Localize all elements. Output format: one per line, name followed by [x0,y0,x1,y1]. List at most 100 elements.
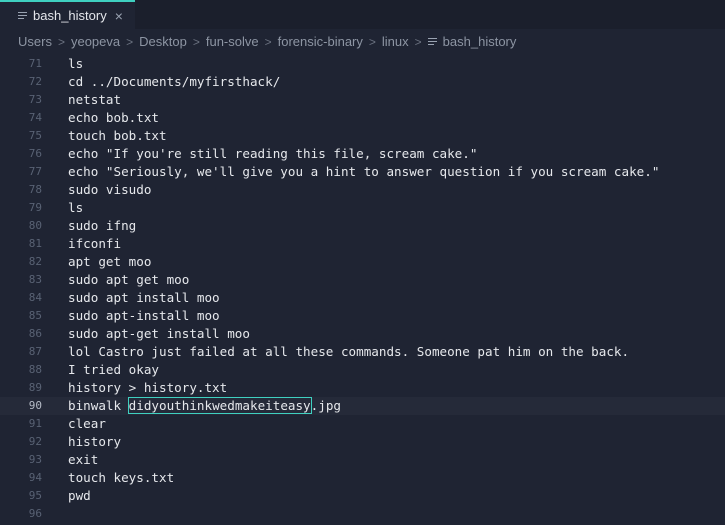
code-text-segment: .jpg [310,398,341,413]
breadcrumb-item-fun-solve[interactable]: fun-solve [206,34,259,49]
code-editor[interactable]: 71 ls 72 cd ../Documents/myfirsthack/73 nets… [0,55,725,525]
tab-title: bash_history [33,8,107,23]
line-number: 81 [28,237,42,250]
code-text: pwd [68,487,91,505]
code-line[interactable]: 87 lol Castro just failed at all these co… [0,343,725,361]
code-text-segment: clear [68,416,106,431]
code-line[interactable]: 90 binwalk didyouthinkwedmakeiteasy.jpg [0,397,725,415]
code-text-segment: binwalk [68,398,129,413]
code-text: exit [68,451,98,469]
tab-bar: bash_history × [0,0,725,29]
code-text-segment: history [68,434,122,449]
line-number: 72 [28,75,42,88]
code-text-segment: I tried okay [68,362,159,377]
code-line[interactable]: 75 touch bob.txt [0,127,725,145]
code-text-segment: touch keys.txt [68,470,175,485]
code-text: I tried okay [68,361,159,379]
code-text-segment: echo "If you're still reading this file,… [68,146,478,161]
code-line[interactable]: 88 I tried okay [0,361,725,379]
code-text: history [68,433,121,451]
code-line[interactable]: 72 cd ../Documents/myfirsthack/ [0,73,725,91]
line-number: 89 [28,381,42,394]
code-text: echo bob.txt [68,109,159,127]
code-text-segment: echo bob.txt [68,110,159,125]
code-text: history > history.txt [68,379,227,397]
line-number: 92 [28,435,42,448]
code-text: sudo apt-get install moo [68,325,250,343]
code-text: binwalk didyouthinkwedmakeiteasy.jpg [68,397,341,415]
code-text-segment: ls [68,56,84,71]
breadcrumb: Users > yeopeva > Desktop > fun-solve > forensic… [0,29,725,54]
code-text: ls [68,55,83,73]
breadcrumb-item-yeopeva[interactable]: yeopeva [71,34,120,49]
line-number: 82 [28,255,42,268]
code-text: sudo apt install moo [68,289,220,307]
breadcrumb-item-users[interactable]: Users [18,34,52,49]
code-line[interactable]: 92 history [0,433,725,451]
code-text: ls [68,199,83,217]
code-text-segment: cd ../Documents/myfirsthack/ [68,74,281,89]
code-line[interactable]: 84 sudo apt install moo [0,289,725,307]
line-number: 94 [28,471,42,484]
code-text-segment: echo "Seriously, we'll give you a hint t… [68,164,660,179]
code-line[interactable]: 85 sudo apt-install moo [0,307,725,325]
breadcrumb-separator: > [414,34,422,49]
line-number: 78 [28,183,42,196]
line-number: 96 [28,507,42,520]
breadcrumb-item-forensic-binary[interactable]: forensic-binary [278,34,363,49]
code-text: lol Castro just failed at all these comm… [68,343,629,361]
line-number: 87 [28,345,42,358]
breadcrumb-item-linux[interactable]: linux [382,34,409,49]
code-text: touch bob.txt [68,127,167,145]
code-line[interactable]: 71 ls [0,55,725,73]
line-number: 95 [28,489,42,502]
code-line[interactable]: 95 pwd [0,487,725,505]
code-line[interactable]: 91 clear [0,415,725,433]
code-line[interactable]: 73 netstat [0,91,725,109]
close-icon[interactable]: × [115,9,123,23]
code-line[interactable]: 96 [0,505,725,523]
code-text: apt get moo [68,253,151,271]
code-text: ifconfi [68,235,121,253]
code-text-segment: pwd [68,488,91,503]
line-number: 83 [28,273,42,286]
code-text-segment: sudo apt-get install moo [68,326,250,341]
code-line[interactable]: 80 sudo ifng [0,217,725,235]
code-line[interactable]: 79 ls [0,199,725,217]
code-text: sudo visudo [68,181,151,199]
line-number: 80 [28,219,42,232]
code-line[interactable]: 78 sudo visudo [0,181,725,199]
code-text-segment: history > history.txt [68,380,228,395]
code-line[interactable]: 76 echo "If you're still reading this fil… [0,145,725,163]
code-text-segment: sudo apt get moo [68,272,190,287]
breadcrumb-separator: > [57,34,65,49]
code-line[interactable]: 89 history > history.txt [0,379,725,397]
code-text-segment: apt get moo [68,254,152,269]
line-number: 71 [28,57,42,70]
code-text: echo "Seriously, we'll give you a hint t… [68,163,659,181]
tab-bash-history[interactable]: bash_history × [0,0,135,29]
line-number: 76 [28,147,42,160]
code-line[interactable]: 86 sudo apt-get install moo [0,325,725,343]
line-number: 84 [28,291,42,304]
code-line[interactable]: 93 exit [0,451,725,469]
code-line[interactable]: 82 apt get moo [0,253,725,271]
code-text: sudo ifng [68,217,136,235]
breadcrumb-item-desktop[interactable]: Desktop [139,34,187,49]
code-text: echo "If you're still reading this file,… [68,145,477,163]
code-line[interactable]: 81 ifconfi [0,235,725,253]
breadcrumb-separator: > [368,34,376,49]
code-line[interactable]: 83 sudo apt get moo [0,271,725,289]
code-text: sudo apt get moo [68,271,189,289]
selected-text[interactable]: didyouthinkwedmakeiteasy [127,397,312,414]
code-line[interactable]: 74 echo bob.txt [0,109,725,127]
breadcrumb-item-bash-history[interactable]: bash_history [443,34,517,49]
code-text: netstat [68,91,121,109]
code-text: sudo apt-install moo [68,307,220,325]
code-line[interactable]: 77 echo "Seriously, we'll give you a hint… [0,163,725,181]
code-line[interactable]: 94 touch keys.txt [0,469,725,487]
line-number: 90 [28,399,42,412]
code-text-segment: sudo apt install moo [68,290,220,305]
breadcrumb-separator: > [192,34,200,49]
line-number: 93 [28,453,42,466]
